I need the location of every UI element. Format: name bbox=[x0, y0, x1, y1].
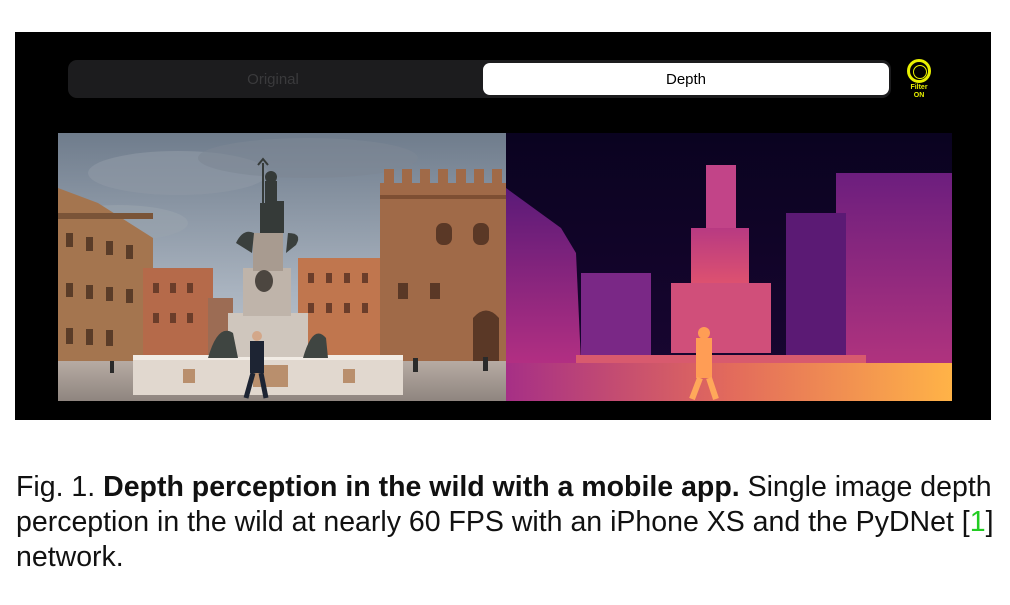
filter-state: ON bbox=[913, 92, 925, 99]
piazza-photo bbox=[58, 133, 506, 401]
depth-map-image bbox=[506, 133, 952, 401]
figure-label: Fig. 1. bbox=[16, 471, 96, 503]
segment-original[interactable]: Original bbox=[68, 60, 478, 98]
filter-label: Filter bbox=[910, 84, 928, 91]
figure-caption: Fig. 1. Depth perception in the wild wit… bbox=[16, 470, 996, 575]
view-segmented-control: Original Depth bbox=[68, 60, 891, 98]
app-screenshot: Original Depth Filter ON bbox=[15, 32, 991, 420]
segment-depth[interactable]: Depth bbox=[483, 63, 889, 95]
caption-title: Depth perception in the wild with a mobi… bbox=[103, 471, 740, 503]
depth-map bbox=[506, 133, 952, 401]
filter-ring-icon bbox=[907, 59, 931, 83]
camera-image bbox=[58, 133, 506, 401]
filter-toggle-button[interactable]: Filter ON bbox=[907, 59, 931, 99]
citation-link[interactable]: 1 bbox=[970, 506, 986, 538]
